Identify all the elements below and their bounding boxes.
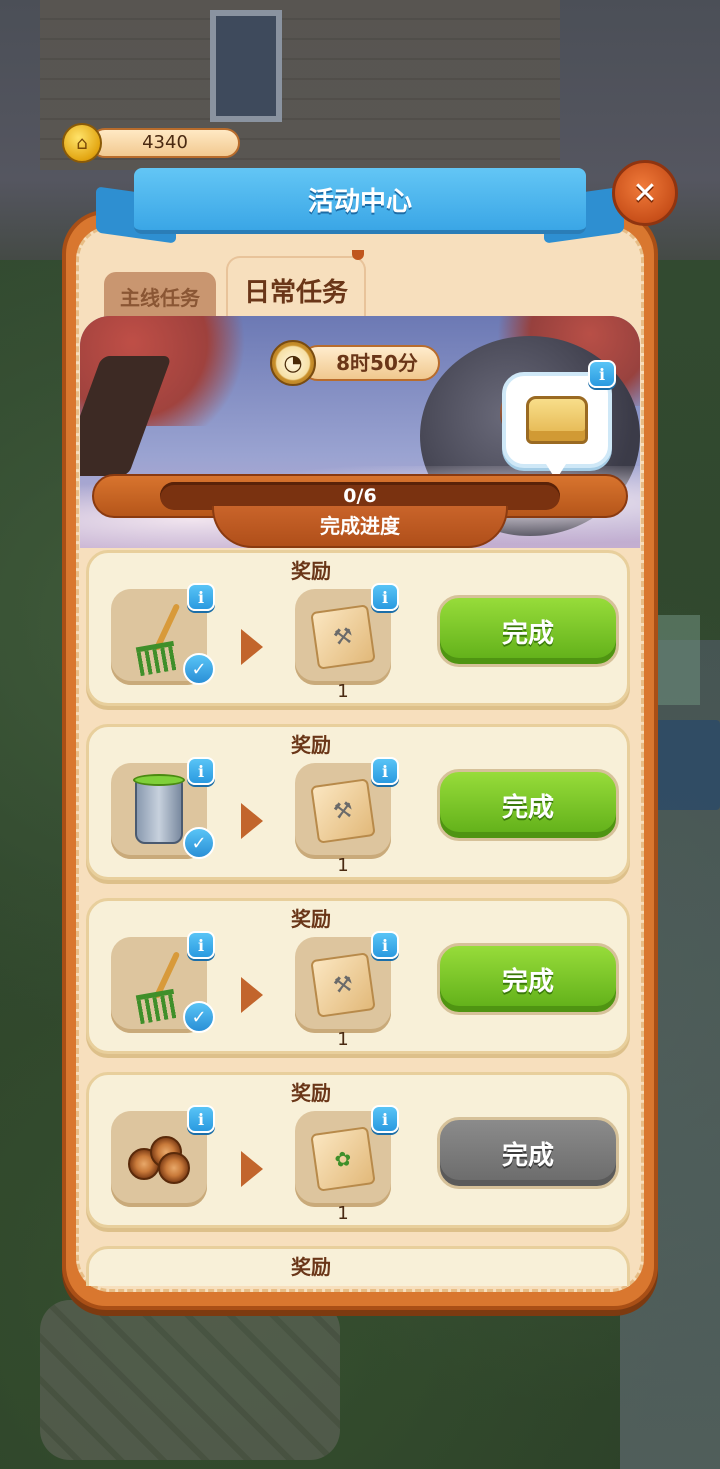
reward-title: 奖励 xyxy=(291,1081,331,1105)
wrench-box-icon: ⚒ xyxy=(310,778,376,844)
rake-icon xyxy=(134,950,184,1025)
arrow-right-icon xyxy=(241,629,263,665)
close-button[interactable]: ✕ xyxy=(612,160,678,226)
reward-quantity: 1 xyxy=(337,1029,349,1050)
close-icon: ✕ xyxy=(632,175,658,211)
complete-button[interactable]: 完成 xyxy=(437,769,619,841)
arrow-right-icon xyxy=(241,977,263,1013)
chest-info-icon[interactable]: i xyxy=(588,360,616,388)
task-list[interactable]: 奖励 i ✓ ⚒ i 1 完成 奖励 i ✓ ⚒ i 1 完成 奖励 i ✓ ⚒… xyxy=(80,546,640,1286)
reward-title: 奖励 xyxy=(291,907,331,931)
reward-info-icon[interactable]: i xyxy=(371,1105,399,1133)
timer-text: 8时50分 xyxy=(300,345,440,381)
stone-rubble xyxy=(40,1300,340,1460)
reward-title: 奖励 xyxy=(291,1255,331,1279)
arrow-right-icon xyxy=(241,1151,263,1187)
firewood-icon xyxy=(124,1134,194,1184)
arrow-right-icon xyxy=(241,803,263,839)
reward-info-icon[interactable]: i xyxy=(371,757,399,785)
completion-progress: 0/6 完成进度 xyxy=(92,474,628,548)
rake-icon xyxy=(134,602,184,677)
reward-quantity: 1 xyxy=(337,855,349,876)
reward-info-icon[interactable]: i xyxy=(371,583,399,611)
treasure-chest-icon xyxy=(526,396,588,444)
item-info-icon[interactable]: i xyxy=(187,931,215,959)
progress-label: 完成进度 xyxy=(212,506,508,548)
item-info-icon[interactable]: i xyxy=(187,1105,215,1133)
complete-button[interactable]: 完成 xyxy=(437,595,619,667)
task-card: 奖励 i ✓ ⚒ i 1 完成 xyxy=(86,898,630,1054)
wrench-box-icon: ⚒ xyxy=(310,952,376,1018)
reward-title: 奖励 xyxy=(291,559,331,583)
plant-box-icon: ✿ xyxy=(310,1126,376,1192)
task-card: 奖励 i ✿ i 1 完成 xyxy=(86,1072,630,1228)
complete-button-disabled[interactable]: 完成 xyxy=(437,1117,619,1189)
page-title: 活动中心 xyxy=(134,168,586,234)
trash-bin-icon xyxy=(133,774,185,844)
clock-icon: ◔ xyxy=(270,340,316,386)
home-coin-icon: ⌂ xyxy=(62,123,102,163)
item-info-icon[interactable]: i xyxy=(187,583,215,611)
task-card: 奖励 i ✓ ⚒ i 1 完成 xyxy=(86,550,630,706)
title-ribbon: 活动中心 xyxy=(96,168,624,244)
item-info-icon[interactable]: i xyxy=(187,757,215,785)
currency-amount: 4340 xyxy=(90,128,240,158)
house-window xyxy=(210,10,282,122)
check-icon: ✓ xyxy=(183,827,215,859)
complete-button[interactable]: 完成 xyxy=(437,943,619,1015)
wrench-box-icon: ⚒ xyxy=(310,604,376,670)
reward-info-icon[interactable]: i xyxy=(371,931,399,959)
check-icon: ✓ xyxy=(183,653,215,685)
check-icon: ✓ xyxy=(183,1001,215,1033)
reward-title: 奖励 xyxy=(291,733,331,757)
task-card: 奖励 xyxy=(86,1246,630,1286)
tab-daily-quests[interactable]: 日常任务 xyxy=(226,256,366,322)
task-card: 奖励 i ✓ ⚒ i 1 完成 xyxy=(86,724,630,880)
reward-quantity: 1 xyxy=(337,1203,349,1224)
reward-quantity: 1 xyxy=(337,681,349,702)
tab-main-quests[interactable]: 主线任务 xyxy=(104,272,216,320)
